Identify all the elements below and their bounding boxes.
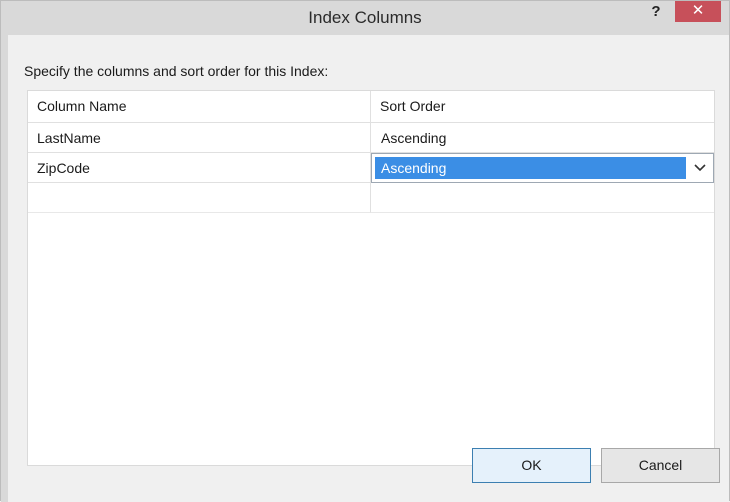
chevron-down-icon-glyph: [694, 164, 706, 172]
close-button[interactable]: ✕: [675, 1, 721, 22]
table-row-empty[interactable]: [28, 183, 714, 213]
column-name-cell[interactable]: [28, 183, 371, 213]
title-bar: Index Columns ? ✕: [1, 1, 729, 35]
table-row[interactable]: ZipCode Ascending: [28, 153, 714, 183]
sort-order-dropdown[interactable]: Ascending: [371, 153, 714, 183]
sort-order-cell[interactable]: Ascending: [371, 123, 714, 153]
dialog-content: Specify the columns and sort order for t…: [8, 35, 729, 501]
ok-button[interactable]: OK: [472, 448, 591, 483]
index-columns-dialog: Index Columns ? ✕ Specify the columns an…: [0, 0, 730, 502]
column-name-cell[interactable]: LastName: [28, 123, 371, 153]
chevron-down-icon[interactable]: [690, 158, 710, 178]
columns-grid: Column Name Sort Order LastName Ascendin…: [27, 90, 715, 466]
help-button[interactable]: ?: [644, 1, 668, 23]
instructions-text: Specify the columns and sort order for t…: [24, 63, 329, 79]
dialog-title: Index Columns: [308, 8, 422, 27]
column-header-sort-order[interactable]: Sort Order: [371, 91, 714, 122]
sort-order-selected-value[interactable]: Ascending: [375, 157, 686, 179]
table-row[interactable]: LastName Ascending: [28, 123, 714, 153]
column-header-column-name[interactable]: Column Name: [28, 91, 371, 122]
cancel-button[interactable]: Cancel: [601, 448, 720, 483]
window-frame-left: [1, 35, 8, 502]
column-name-cell[interactable]: ZipCode: [28, 153, 371, 183]
sort-order-cell[interactable]: [371, 183, 714, 213]
close-icon: ✕: [691, 2, 705, 19]
grid-header: Column Name Sort Order: [28, 91, 714, 122]
